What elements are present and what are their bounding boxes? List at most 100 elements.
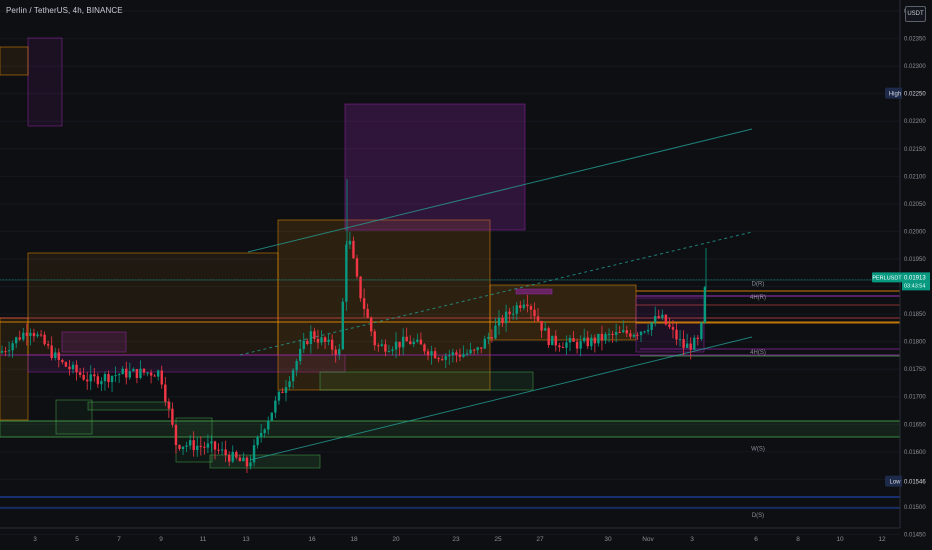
candle-body [469,349,472,354]
price-tick: 0.02150 [904,147,926,153]
candle-body [306,340,309,344]
candle-body [68,366,71,370]
candle-body [125,368,128,378]
candle-body [536,316,540,321]
candle-body [547,328,550,346]
candle-body [128,371,131,378]
price-tick: 0.01750 [904,367,926,373]
candle-body [11,343,14,351]
candle-body [157,370,160,377]
candle-body [607,333,611,335]
price-tick: 0.01950 [904,257,926,263]
candle-body [302,340,305,349]
time-tick: 5 [75,536,79,543]
candle-body [277,391,281,401]
candle-body [444,356,447,360]
candle-body [203,446,206,448]
candle-body [149,372,153,376]
time-tick: 20 [392,536,400,543]
zone [27,37,63,127]
candle-body [643,331,646,333]
candle-body [267,420,270,430]
price-tick: 0.01700 [904,395,926,401]
candle-body [309,331,313,344]
time-tick: 23 [452,536,460,543]
candle-body [114,375,117,377]
zone [87,401,171,411]
candle-body [274,400,277,413]
countdown: 03:43:54 [904,283,925,289]
time-tick: 7 [117,536,121,543]
candle-body [121,368,124,375]
candle-body [579,341,582,349]
candle-body [614,331,618,335]
candle-body [543,328,547,331]
time-tick: 13 [242,536,250,543]
candle-body [451,352,455,356]
zone [344,103,526,231]
candle-body [373,331,376,346]
candle-body [299,348,302,362]
candle-body [252,445,256,463]
last-price: 0.01913 [904,275,926,281]
candle-body [54,352,57,359]
candle-body [401,336,405,348]
price-tick: 0.02100 [904,174,926,180]
candle-body [341,301,344,350]
currency-button[interactable]: USDT [905,6,926,22]
zone [319,371,534,391]
candle-body [398,341,401,348]
candle-body [15,337,18,344]
candle-body [242,457,245,462]
candle-body [320,337,323,343]
candle-body [295,361,298,371]
candle-body [504,311,508,324]
time-tick: 16 [308,536,316,543]
candle-body [235,451,238,458]
candle-body [199,445,202,447]
candle-body [629,333,632,337]
candle-body [685,343,689,348]
time-tick: 3 [690,536,694,543]
candle-body [423,344,426,352]
candle-body [178,445,181,450]
candle-body [472,349,476,351]
candle-body [316,338,320,343]
candle-body [181,446,185,450]
candle-body [366,308,369,318]
candle-body [288,381,291,388]
candle-body [7,350,11,352]
time-tick: 6 [754,536,758,543]
candle-body [494,325,497,339]
candle-body [291,370,295,382]
level-label: 4H(S) [750,350,766,356]
candle-body [231,451,234,462]
candle-body [32,332,36,337]
price-tick: 0.01800 [904,340,926,346]
candle-body [700,322,703,339]
price-tick: 0.01600 [904,450,926,456]
time-tick: 18 [350,536,358,543]
candle-body [188,440,192,446]
candle-body [696,337,699,339]
candle-body [572,338,575,342]
candle-body [362,298,366,309]
level-label: D(S) [752,513,764,519]
candle-body [36,334,39,337]
zone [277,219,491,391]
candle-body [153,375,156,377]
candle-body [490,337,494,339]
candle-body [359,276,362,299]
price-chart[interactable]: D(R)4H(R)4H(S)W(S)D(S)0.024000.023500.02… [0,0,932,550]
candle-body [693,337,696,350]
candle-body [522,304,526,308]
candle-body [0,351,4,353]
price-tick: 0.02000 [904,229,926,235]
candle-body [426,351,430,356]
candle-body [4,351,7,353]
level-label: 4H(R) [750,295,766,301]
candle-body [497,317,501,326]
candle-body [384,344,387,352]
candle-body [703,287,707,323]
high-label: High [889,92,901,98]
